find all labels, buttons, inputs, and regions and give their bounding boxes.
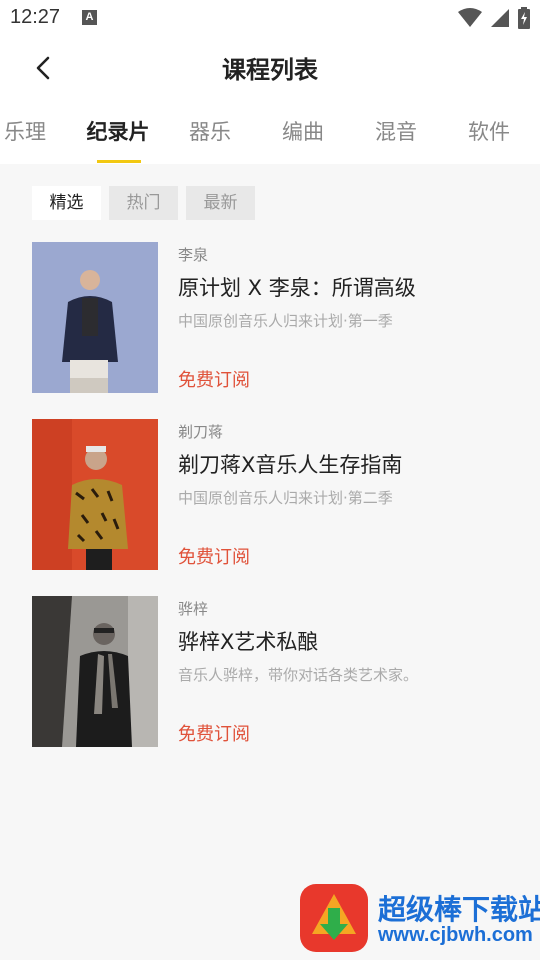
course-cover-image	[32, 596, 158, 747]
cell-signal-icon	[491, 9, 509, 27]
tab-mixing[interactable]: 混音	[351, 116, 441, 146]
course-item[interactable]: 剃刀蒋 剃刀蒋X音乐人生存指南 中国原创音乐人归来计划·第二季 免费订阅	[32, 419, 512, 571]
subscribe-button[interactable]: 免费订阅	[178, 720, 250, 746]
filter-popular[interactable]: 热门	[109, 186, 178, 220]
wifi-icon	[458, 8, 482, 27]
battery-charging-icon	[518, 7, 530, 29]
course-cover-image	[32, 242, 158, 393]
status-bar: 12:27 A	[0, 0, 540, 36]
subscribe-button[interactable]: 免费订阅	[178, 366, 250, 392]
category-tabs: 乐理 纪录片 器乐 编曲 混音 软件	[0, 98, 540, 164]
course-author: 剃刀蒋	[178, 423, 224, 441]
course-description: 中国原创音乐人归来计划·第一季	[178, 312, 393, 330]
course-author: 李泉	[178, 246, 209, 264]
course-description: 音乐人骅梓，带你对话各类艺术家。	[178, 666, 419, 684]
course-description: 中国原创音乐人归来计划·第二季	[178, 489, 393, 507]
status-icons	[458, 7, 530, 29]
status-time: 12:27	[10, 6, 61, 28]
watermark-logo: 超级棒下载站 www.cjbwh.com	[298, 882, 540, 960]
filter-featured[interactable]: 精选	[32, 186, 101, 220]
course-cover-image	[32, 419, 158, 570]
tab-documentary[interactable]: 纪录片	[73, 116, 163, 146]
course-list-area: 精选 热门 最新 李泉 原计划 X 李泉：所谓高级 中国原创音乐人归来计划·第一…	[0, 164, 540, 960]
watermark-name: 超级棒下载站	[378, 894, 540, 925]
app-header: 课程列表	[0, 36, 540, 98]
tab-music-theory[interactable]: 乐理	[0, 116, 70, 146]
filter-bar: 精选 热门 最新	[32, 186, 255, 220]
course-title: 骅梓X艺术私酿	[178, 630, 319, 654]
filter-newest[interactable]: 最新	[186, 186, 255, 220]
download-site-logo-icon	[300, 884, 368, 952]
tab-software[interactable]: 软件	[444, 116, 534, 146]
course-title: 原计划 X 李泉：所谓高级	[178, 276, 416, 300]
watermark-url: www.cjbwh.com	[378, 924, 533, 946]
tab-arrangement[interactable]: 编曲	[258, 116, 348, 146]
tab-instruments[interactable]: 器乐	[165, 116, 255, 146]
notification-a-icon: A	[82, 10, 97, 25]
course-title: 剃刀蒋X音乐人生存指南	[178, 453, 403, 477]
course-item[interactable]: 骅梓 骅梓X艺术私酿 音乐人骅梓，带你对话各类艺术家。 免费订阅	[32, 596, 512, 748]
active-tab-indicator	[97, 160, 141, 163]
page-title: 课程列表	[222, 56, 318, 84]
course-item[interactable]: 李泉 原计划 X 李泉：所谓高级 中国原创音乐人归来计划·第一季 免费订阅	[32, 242, 512, 394]
course-author: 骅梓	[178, 600, 209, 618]
subscribe-button[interactable]: 免费订阅	[178, 543, 250, 569]
